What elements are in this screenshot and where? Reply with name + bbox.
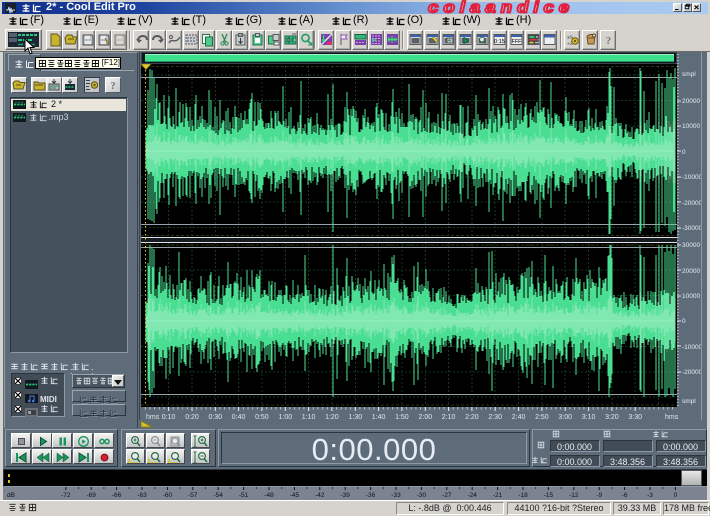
svg-text:FFF: FFF [511,39,522,45]
svg-text:-6: -6 [622,492,628,499]
svg-text:-15: -15 [544,492,554,499]
svg-text:?: ? [606,35,612,47]
svg-text:-51: -51 [239,492,249,499]
svg-text:-18: -18 [518,492,528,499]
svg-text:-27: -27 [442,492,452,499]
svg-text:-21: -21 [493,492,503,499]
svg-text:-54: -54 [213,492,223,499]
svg-text:-39: -39 [340,492,350,499]
svg-text:0: 0 [682,318,686,325]
svg-text:0:15: 0:15 [494,39,505,45]
svg-text:-69: -69 [86,492,96,499]
svg-text:-36: -36 [366,492,376,499]
svg-text:-12: -12 [569,492,579,499]
svg-text:-66: -66 [112,492,122,499]
svg-text:smpl: smpl [682,71,696,78]
svg-text:-24: -24 [467,492,477,499]
svg-text:-63: -63 [137,492,147,499]
svg-text:30000: 30000 [682,242,700,249]
svg-text:-42: -42 [315,492,325,499]
svg-text:-30: -30 [417,492,427,499]
svg-text:10000: 10000 [682,293,700,300]
svg-text:20000: 20000 [682,268,700,275]
svg-text:-3: -3 [647,492,653,499]
svg-text:-57: -57 [188,492,198,499]
svg-text:?: ? [110,81,115,92]
svg-text:0: 0 [682,149,686,156]
svg-text:10000: 10000 [682,123,700,130]
svg-text:-45: -45 [290,492,300,499]
svg-text:dB: dB [7,492,15,499]
svg-text:0: 0 [674,492,678,499]
svg-text:-48: -48 [264,492,274,499]
svg-text:smpl: smpl [682,398,696,405]
svg-text:-10000: -10000 [682,174,703,181]
svg-text:-9: -9 [596,492,602,499]
svg-text:-20000: -20000 [682,200,703,207]
svg-text:-10000: -10000 [682,344,703,351]
svg-text:-20000: -20000 [682,369,703,376]
svg-text:-72: -72 [61,492,71,499]
svg-text:-60: -60 [163,492,173,499]
svg-text:-33: -33 [391,492,401,499]
svg-text:20000: 20000 [682,98,700,105]
svg-text:-30000: -30000 [682,225,703,232]
